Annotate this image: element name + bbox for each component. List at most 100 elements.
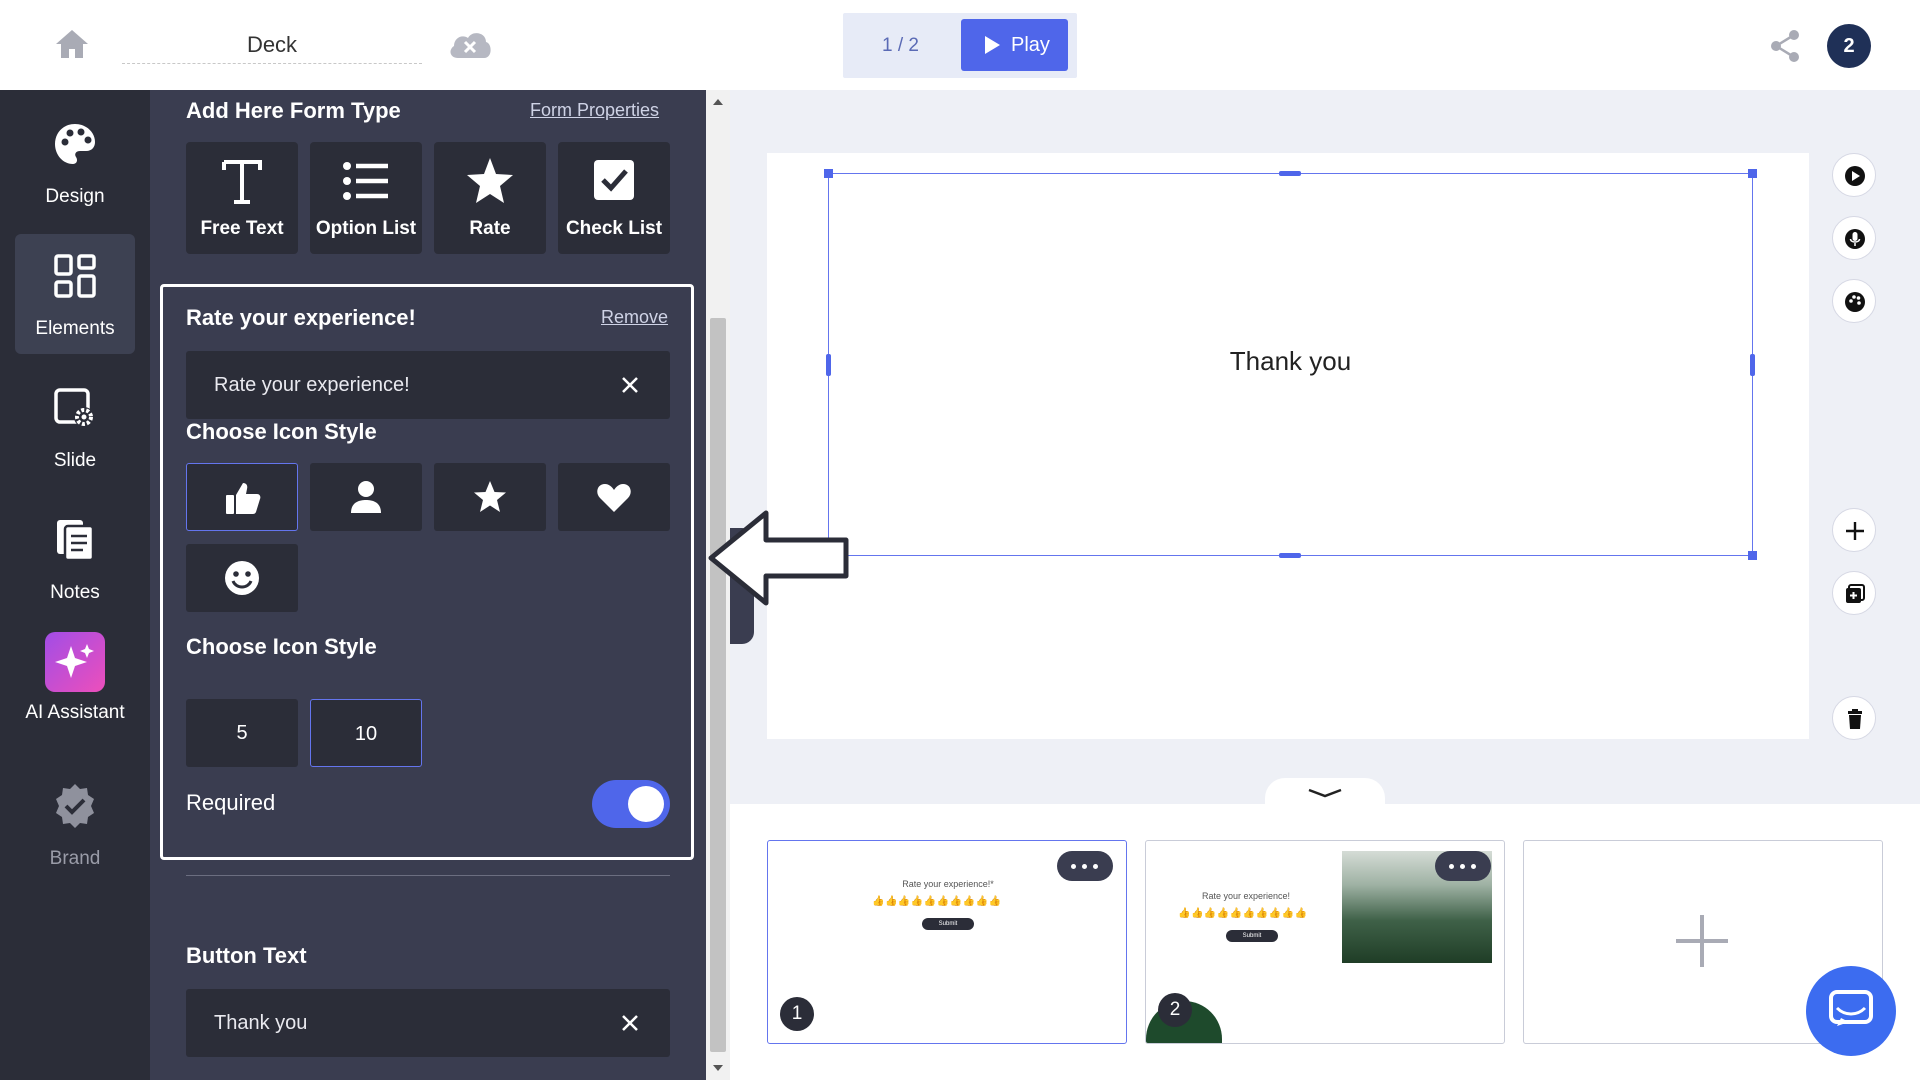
pointer-arrow-icon	[708, 510, 849, 606]
button-text-input[interactable]: Thank you	[186, 989, 670, 1057]
form-type-check-list[interactable]: Check List	[558, 142, 670, 254]
list-icon	[343, 162, 388, 200]
form-type-label: Rate	[469, 218, 511, 239]
rate-question-card: Rate your experience! Remove Rate your e…	[160, 284, 694, 860]
panel-title: Add Here Form Type	[186, 98, 401, 123]
duplicate-icon	[1846, 584, 1865, 603]
cloud-sync-icon[interactable]	[446, 28, 494, 62]
badge-check-icon	[56, 784, 94, 828]
duplicate-slide-button[interactable]	[1832, 571, 1876, 615]
icon-style-heart[interactable]	[558, 463, 670, 531]
sparkles-icon	[55, 644, 94, 678]
slide-pager: 1 / 2 Play	[843, 13, 1077, 78]
resize-handle[interactable]	[1279, 171, 1301, 176]
elements-panel: Add Here Form Type Form Properties Free …	[150, 90, 706, 1080]
form-type-label: Free Text	[200, 218, 284, 239]
thumb-rating-icons: 👍👍👍👍👍👍👍👍👍👍	[872, 896, 1002, 907]
divider	[186, 875, 670, 876]
nav-ai-assistant[interactable]: AI Assistant	[15, 632, 135, 752]
checkbox-icon	[594, 160, 634, 200]
nav-notes-label: Notes	[50, 582, 100, 603]
home-icon[interactable]	[52, 26, 92, 62]
microphone-icon	[1845, 229, 1865, 249]
page-indicator: 1 / 2	[882, 35, 919, 56]
nav-notes[interactable]: Notes	[15, 498, 135, 618]
scroll-up-icon[interactable]	[712, 98, 724, 106]
add-element-button[interactable]	[1832, 508, 1876, 552]
preview-play-button[interactable]	[1832, 153, 1876, 197]
required-label: Required	[186, 790, 276, 815]
person-icon	[351, 481, 381, 513]
icon-count-label: Choose Icon Style	[186, 634, 377, 659]
slide-thumbnail-2[interactable]: Rate your experience! 👍👍👍👍👍👍👍👍👍👍 Submit …	[1145, 840, 1505, 1044]
chat-icon	[1829, 990, 1873, 1026]
star-icon	[467, 158, 513, 203]
form-type-free-text[interactable]: Free Text	[186, 142, 298, 254]
resize-handle[interactable]	[824, 169, 833, 178]
form-type-label: Check List	[565, 218, 663, 239]
thumb-submit: Submit	[922, 918, 974, 930]
grid-icon	[54, 254, 96, 298]
deck-name-field[interactable]: Deck	[122, 30, 422, 64]
nav-ai-assistant-label: AI Assistant	[25, 702, 125, 723]
form-type-option-list[interactable]: Option List	[310, 142, 422, 254]
icon-style-thumbs-up[interactable]	[186, 463, 298, 531]
thumbs-up-icon	[226, 483, 261, 514]
strip-collapse-toggle[interactable]	[1265, 778, 1385, 806]
clear-icon[interactable]	[620, 1013, 640, 1033]
notes-icon	[57, 520, 95, 562]
play-circle-icon	[1845, 166, 1865, 186]
play-icon	[985, 36, 1000, 54]
ai-assistant-tile	[45, 632, 105, 692]
scroll-down-icon[interactable]	[712, 1064, 724, 1072]
share-icon[interactable]	[1768, 28, 1802, 64]
thumb-submit: Submit	[1226, 930, 1278, 942]
question-input[interactable]: Rate your experience!	[186, 351, 670, 419]
form-type-label: Option List	[315, 218, 417, 239]
palette-icon	[1845, 292, 1865, 312]
delete-slide-button[interactable]	[1832, 696, 1876, 740]
resize-handle[interactable]	[1748, 551, 1757, 560]
slide-text[interactable]: Thank you	[828, 346, 1753, 377]
slide-settings-icon	[54, 388, 94, 427]
card-title: Rate your experience!	[186, 305, 416, 330]
required-toggle[interactable]	[592, 780, 670, 828]
heart-icon	[597, 484, 631, 512]
clear-icon[interactable]	[620, 375, 640, 395]
trash-icon	[1848, 709, 1862, 729]
smiley-icon	[225, 561, 259, 595]
icon-style-person[interactable]	[310, 463, 422, 531]
slide-more-menu[interactable]	[1057, 851, 1113, 881]
form-properties-link[interactable]: Form Properties	[530, 100, 659, 121]
scroll-thumb[interactable]	[710, 318, 726, 1052]
nav-brand[interactable]: Brand	[15, 764, 135, 884]
slide-more-menu[interactable]	[1435, 851, 1491, 881]
icon-style-star[interactable]	[434, 463, 546, 531]
record-audio-button[interactable]	[1832, 216, 1876, 260]
avatar[interactable]: 2	[1827, 24, 1871, 68]
plus-icon	[1846, 522, 1864, 540]
nav-design[interactable]: Design	[15, 102, 135, 222]
remove-link[interactable]: Remove	[601, 307, 668, 328]
palette-icon	[55, 124, 95, 164]
chat-support-button[interactable]	[1806, 966, 1896, 1056]
thumb-title: Rate your experience!	[1201, 891, 1291, 901]
nav-design-label: Design	[45, 186, 105, 207]
count-option-10[interactable]: 10	[310, 699, 422, 767]
resize-handle[interactable]	[1279, 553, 1301, 558]
nav-elements[interactable]: Elements	[15, 234, 135, 354]
toggle-knob	[628, 786, 664, 822]
resize-handle[interactable]	[1748, 169, 1757, 178]
nav-slide-label: Slide	[53, 450, 97, 471]
slide-theme-button[interactable]	[1832, 279, 1876, 323]
slide-thumbnail-1[interactable]: Rate your experience!* 👍👍👍👍👍👍👍👍👍👍 Submit…	[767, 840, 1127, 1044]
question-input-value: Rate your experience!	[214, 374, 410, 396]
star-icon	[474, 481, 506, 512]
form-type-rate[interactable]: Rate	[434, 142, 546, 254]
text-icon	[222, 160, 262, 204]
play-button[interactable]: Play	[961, 19, 1068, 71]
top-bar: Deck 1 / 2 Play 2	[0, 0, 1920, 90]
count-option-5[interactable]: 5	[186, 699, 298, 767]
icon-style-smiley[interactable]	[186, 544, 298, 612]
nav-slide[interactable]: Slide	[15, 366, 135, 486]
